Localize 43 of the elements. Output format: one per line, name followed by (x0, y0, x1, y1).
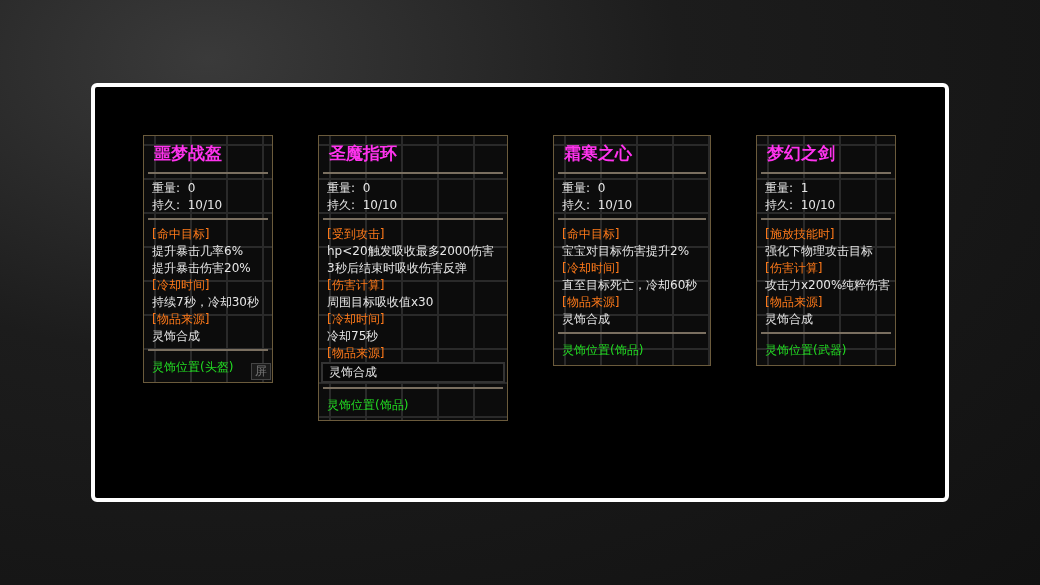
description-line: 灵饰合成 (765, 311, 814, 328)
section-header: [伤害计算] (327, 277, 386, 294)
item-title: 梦幻之剑 (766, 142, 836, 165)
stat-line: 持久: 10/10 (327, 197, 399, 214)
stat-line: 重量: 1 (765, 180, 810, 197)
stat-line: 重量: 0 (327, 180, 372, 197)
description-line: 灵饰合成 (152, 328, 201, 345)
description-line: 直至目标死亡，冷却60秒 (562, 277, 699, 294)
item-title: 霜寒之心 (563, 142, 633, 165)
description-line: 提升暴击伤害20% (152, 260, 252, 277)
tab-label: 屏 (251, 363, 271, 380)
section-header: [施放技能时] (765, 226, 836, 243)
section-header: [物品来源] (327, 345, 386, 362)
description-line: 灵饰合成 (562, 311, 611, 328)
slot-label: 灵饰位置(饰品) (562, 342, 644, 359)
stat-line: 重量: 0 (562, 180, 607, 197)
description-line: hp<20触发吸收最多2000伤害 (327, 243, 496, 260)
slot-label: 灵饰位置(武器) (765, 342, 847, 359)
stat-line: 持久: 10/10 (765, 197, 837, 214)
description-line: 持续7秒，冷却30秒 (152, 294, 260, 311)
stat-line: 持久: 10/10 (152, 197, 224, 214)
description-line: 3秒后结束时吸收伤害反弹 (327, 260, 468, 277)
item-title: 圣魔指环 (328, 142, 398, 165)
section-header: [物品来源] (562, 294, 621, 311)
slot-label: 灵饰位置(头盔) (152, 359, 234, 376)
stat-line: 持久: 10/10 (562, 197, 634, 214)
item-title: 噩梦战盔 (153, 142, 223, 165)
stat-line: 重量: 0 (152, 180, 197, 197)
description-line: 提升暴击几率6% (152, 243, 245, 260)
section-header: [冷却时间] (152, 277, 211, 294)
description-line: 冷却75秒 (327, 328, 380, 345)
section-header: [冷却时间] (327, 311, 386, 328)
description-line: 周围目标吸收值x30 (327, 294, 435, 311)
section-header: [命中目标] (152, 226, 211, 243)
slot-label: 灵饰位置(饰品) (327, 397, 409, 414)
section-header: [物品来源] (152, 311, 211, 328)
section-header: [冷却时间] (562, 260, 621, 277)
section-header: [命中目标] (562, 226, 621, 243)
section-header: [物品来源] (765, 294, 824, 311)
description-line: 宝宝对目标伤害提升2% (562, 243, 691, 260)
section-header: [受到攻击] (327, 226, 386, 243)
section-header: [伤害计算] (765, 260, 824, 277)
description-line: 强化下物理攻击目标 (765, 243, 874, 260)
